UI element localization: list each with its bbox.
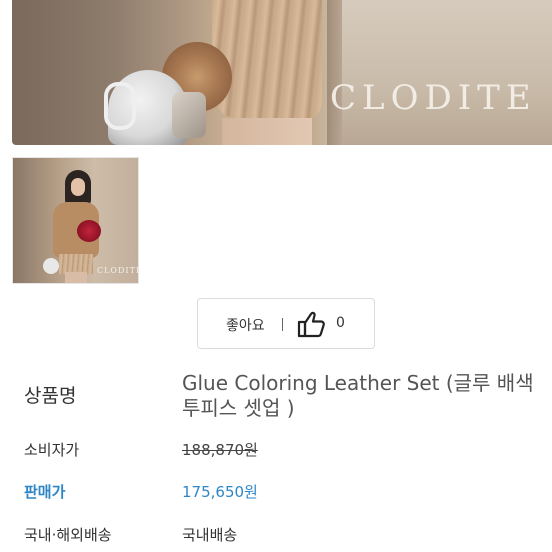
thumb-figure-legs xyxy=(65,272,87,283)
like-divider xyxy=(282,318,283,331)
like-button[interactable]: 좋아요 0 xyxy=(197,298,375,349)
thumb-figure-flowers xyxy=(77,220,101,242)
thumbs-up-icon xyxy=(297,311,325,338)
thumb-figure-bag xyxy=(43,258,59,274)
image-pleated-skirt xyxy=(212,0,322,120)
sale-price: 175,650원 xyxy=(182,483,258,501)
thumb-figure-skirt xyxy=(59,254,93,274)
consumer-price: 188,870원 xyxy=(182,441,258,459)
thumb-brand-watermark: CLODITE xyxy=(97,266,139,275)
like-count: 0 xyxy=(336,315,345,331)
product-thumbnail[interactable]: CLODITE xyxy=(12,157,139,284)
like-label: 좋아요 xyxy=(226,318,265,334)
thumb-figure-face xyxy=(71,178,85,196)
shipping-value: 국내배송 xyxy=(182,526,238,544)
image-background-pillar xyxy=(342,0,552,145)
image-handbag-strap xyxy=(104,82,136,130)
shipping-label: 국내·해외배송 xyxy=(24,526,112,544)
product-name-label: 상품명 xyxy=(24,385,77,407)
main-image-brand-watermark: CLODITE xyxy=(330,78,537,118)
main-product-image[interactable]: CLODITE xyxy=(12,0,552,145)
product-name: Glue Coloring Leather Set (글루 배색 투피스 셋업 … xyxy=(182,371,534,420)
sale-price-label: 판매가 xyxy=(24,483,66,501)
consumer-price-label: 소비자가 xyxy=(24,441,80,459)
image-phone xyxy=(172,92,206,138)
image-leg xyxy=(222,118,312,145)
